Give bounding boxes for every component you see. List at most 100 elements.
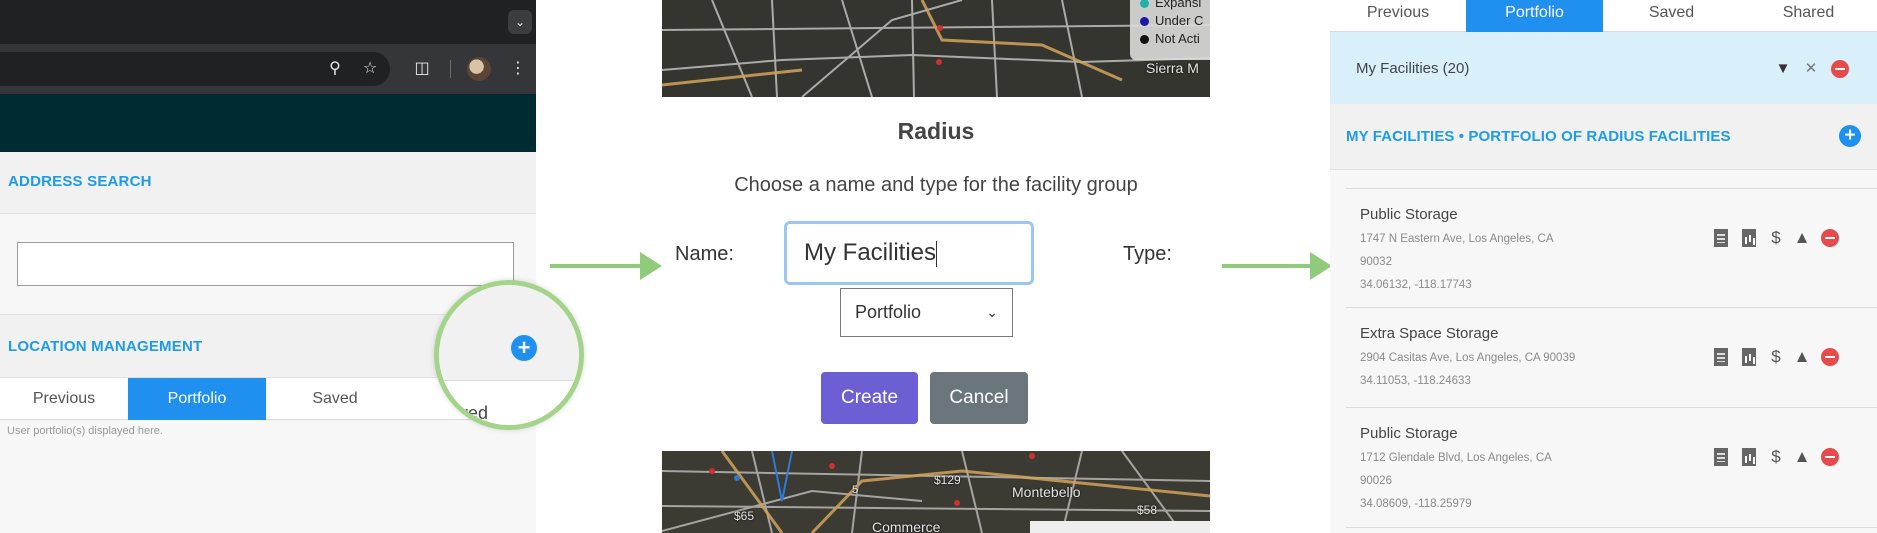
group-type-select[interactable]: Portfolio ⌄ — [840, 288, 1013, 337]
building-icon[interactable] — [1714, 448, 1728, 466]
facility-address: 1747 N Eastern Ave, Los Angeles, CA — [1360, 233, 1554, 245]
tab-search-chevron-icon[interactable]: ⌄ — [508, 10, 532, 34]
facility-name: Public Storage — [1360, 425, 1458, 442]
map-label: $129 — [934, 473, 961, 487]
legend-item: Not Acti — [1140, 30, 1210, 48]
facility-address: 2904 Casitas Ave, Los Angeles, CA 90039 — [1360, 352, 1576, 364]
tab-portfolio[interactable]: Portfolio — [128, 378, 266, 420]
facility-item[interactable]: Extra Space Storage 2904 Casitas Ave, Lo… — [1346, 308, 1877, 408]
portfolio-title: MY FACILITIES • PORTFOLIO OF RADIUS FACI… — [1346, 128, 1731, 145]
legend-item: Under C — [1140, 12, 1210, 30]
toolbar-divider — [450, 60, 451, 78]
type-label: Type: — [1123, 243, 1172, 265]
facility-coords: 34.06132, -118.17743 — [1360, 279, 1472, 291]
group-type-value: Portfolio — [855, 302, 922, 322]
zoom-icon[interactable]: ⚲ — [324, 58, 346, 80]
map-label: Montebello — [1012, 484, 1081, 500]
remove-facility-icon[interactable] — [1821, 348, 1839, 366]
zoom-header-area — [439, 285, 579, 380]
facility-address-zip: 90032 — [1360, 256, 1392, 268]
group-name-input[interactable]: My Facilities — [784, 221, 1034, 285]
tab-previous[interactable]: Previous — [0, 378, 128, 420]
composite-screenshot: ⌄ ⚲ ☆ ◫ ⋮ ADDRESS SEARCH LOCATION MANAGE… — [0, 0, 1877, 533]
facility-coords: 34.08609, -118.25979 — [1360, 498, 1472, 510]
extension-icon[interactable]: ◫ — [411, 58, 433, 80]
browser-tab-strip: ⌄ — [0, 0, 536, 44]
filter-icon[interactable]: ▼ — [1773, 59, 1793, 79]
map-label: Sierra M — [1146, 60, 1199, 76]
legend-dot-icon — [1140, 17, 1149, 27]
bell-icon[interactable]: ▲ — [1792, 346, 1812, 368]
facility-item[interactable]: Public Storage 1747 N Eastern Ave, Los A… — [1346, 188, 1877, 308]
building-icon[interactable] — [1714, 229, 1728, 247]
portfolio-note: User portfolio(s) displayed here. — [7, 425, 163, 437]
zoom-callout: + ared — [434, 280, 584, 430]
create-button[interactable]: Create — [821, 372, 918, 424]
star-icon[interactable]: ☆ — [359, 58, 381, 80]
map-label: Commerce — [872, 519, 941, 533]
chevron-down-icon: ⌄ — [986, 304, 998, 320]
tab-previous[interactable]: Previous — [1330, 0, 1466, 32]
facility-item[interactable]: Public Storage 1712 Glendale Blvd, Los A… — [1346, 408, 1877, 528]
legend-dot-icon — [1140, 0, 1149, 9]
menu-icon[interactable]: ⋮ — [507, 58, 529, 80]
legend-label: Expansi — [1155, 0, 1202, 10]
facility-group-name: My Facilities (20) — [1356, 60, 1470, 77]
legend-label: Under C — [1155, 13, 1204, 28]
dialog-subtitle: Choose a name and type for the facility … — [734, 174, 1138, 196]
avatar[interactable] — [467, 57, 491, 81]
map-label: $65 — [734, 509, 755, 523]
tab-saved[interactable]: Saved — [266, 378, 404, 420]
flow-arrow-2 — [1222, 264, 1318, 268]
legend-label: Not Acti — [1155, 31, 1200, 46]
tab-saved[interactable]: Saved — [1603, 0, 1740, 32]
tab-shared[interactable]: Shared — [1740, 0, 1877, 32]
dollar-icon[interactable]: $ — [1766, 446, 1786, 468]
address-search-input[interactable] — [17, 242, 514, 286]
name-label: Name: — [675, 243, 734, 265]
map-top: Expansi Under C Not Acti Sierra M — [662, 0, 1210, 97]
map-label: 5 — [852, 484, 859, 496]
map-label: $58 — [1137, 503, 1158, 517]
add-facility-plus-icon[interactable]: + — [1839, 125, 1861, 147]
remove-facility-icon[interactable] — [1821, 229, 1839, 247]
tab-portfolio[interactable]: Portfolio — [1466, 0, 1603, 32]
facility-coords: 34.11053, -118.24633 — [1360, 375, 1471, 387]
portfolio-tabs: Previous Portfolio Saved Shared — [1330, 0, 1877, 32]
facility-address-zip: 90026 — [1360, 475, 1392, 487]
location-management-title: LOCATION MANAGEMENT — [8, 338, 203, 355]
tab-shared-partial: ared — [452, 403, 489, 423]
panel-portfolio-list: Previous Portfolio Saved Shared My Facil… — [1330, 0, 1877, 533]
dollar-icon[interactable]: $ — [1766, 227, 1786, 249]
portfolio-header: MY FACILITIES • PORTFOLIO OF RADIUS FACI… — [1330, 104, 1877, 170]
app-header-bar — [0, 94, 536, 152]
legend-item: Expansi — [1140, 0, 1210, 12]
facility-group-row[interactable]: My Facilities (20) ▼ ✕ — [1330, 32, 1877, 104]
report-icon[interactable] — [1742, 229, 1756, 247]
flow-arrow-1-head — [640, 252, 662, 280]
browser-toolbar: ⚲ ☆ ◫ ⋮ — [0, 44, 536, 94]
flow-arrow-2-head — [1310, 252, 1332, 280]
remove-facility-icon[interactable] — [1821, 448, 1839, 466]
legend-dot-icon — [1140, 35, 1149, 45]
report-icon[interactable] — [1742, 348, 1756, 366]
bell-icon[interactable]: ▲ — [1792, 446, 1812, 468]
address-search-header: ADDRESS SEARCH — [0, 152, 536, 214]
cancel-button[interactable]: Cancel — [930, 372, 1028, 424]
add-portfolio-plus-icon[interactable]: + — [511, 335, 537, 361]
map-bottom: $129 Montebello 5 $65 $58 Commerce — [662, 451, 1210, 533]
dollar-icon[interactable]: $ — [1766, 346, 1786, 368]
report-icon[interactable] — [1742, 448, 1756, 466]
facility-name: Public Storage — [1360, 206, 1458, 223]
building-icon[interactable] — [1714, 348, 1728, 366]
group-name-value: My Facilities — [804, 239, 937, 266]
facility-name: Extra Space Storage — [1360, 325, 1499, 342]
address-search-title: ADDRESS SEARCH — [8, 173, 152, 190]
text-caret — [936, 240, 938, 267]
bell-icon[interactable]: ▲ — [1792, 227, 1812, 249]
dialog-title: Radius — [897, 118, 975, 144]
remove-group-icon[interactable] — [1831, 60, 1849, 78]
map-top-roads — [662, 0, 1210, 97]
hide-location-icon[interactable]: ✕ — [1801, 59, 1821, 79]
map-legend: Expansi Under C Not Acti — [1130, 0, 1210, 60]
